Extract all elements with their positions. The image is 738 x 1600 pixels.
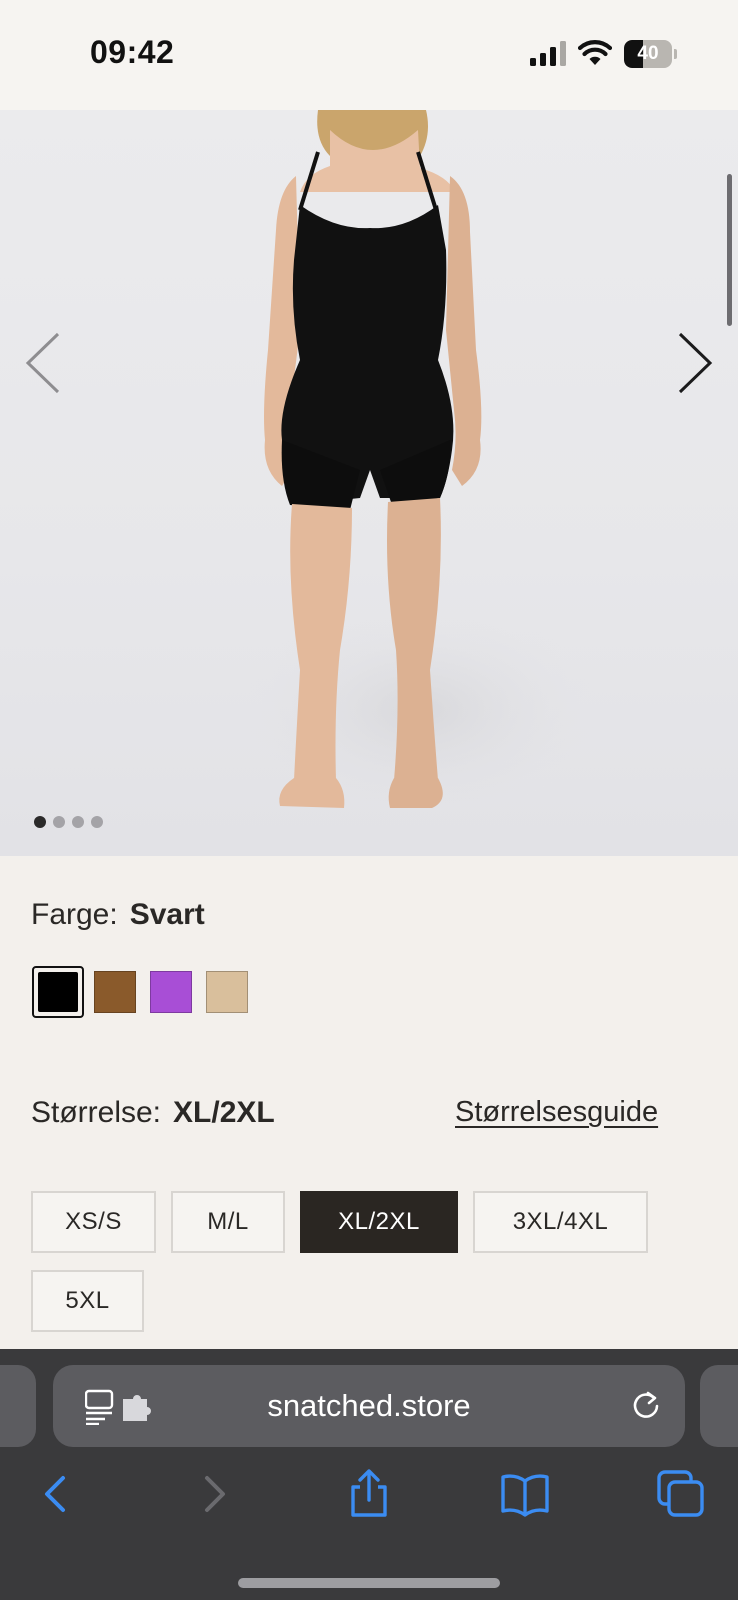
scroll-indicator[interactable] bbox=[727, 174, 732, 326]
cellular-signal-icon bbox=[530, 41, 566, 66]
gallery-dot-4[interactable] bbox=[91, 816, 103, 828]
size-option-xl-2xl[interactable]: XL/2XL bbox=[300, 1191, 458, 1253]
selected-color-value: Svart bbox=[129, 898, 205, 931]
selected-size-value: XL/2XL bbox=[173, 1096, 275, 1129]
status-bar: 09:42 40 bbox=[0, 0, 738, 110]
wifi-icon bbox=[578, 40, 612, 65]
home-indicator bbox=[238, 1578, 500, 1588]
size-option-3xl-4xl[interactable]: 3XL/4XL bbox=[473, 1191, 648, 1253]
bookmarks-button[interactable] bbox=[500, 1469, 550, 1519]
tabs-button[interactable] bbox=[656, 1469, 706, 1519]
product-photo bbox=[230, 110, 610, 820]
reload-icon[interactable] bbox=[629, 1389, 663, 1423]
battery-icon: 40 bbox=[624, 40, 677, 68]
size-option-xs-s[interactable]: XS/S bbox=[31, 1191, 156, 1253]
browser-toolbar: snatched.store bbox=[0, 1349, 738, 1600]
product-image-gallery[interactable] bbox=[0, 110, 738, 856]
color-swatch-beige[interactable] bbox=[206, 971, 248, 1013]
back-button[interactable] bbox=[30, 1469, 80, 1519]
size-option-5xl[interactable]: 5XL bbox=[31, 1270, 144, 1332]
color-swatch-purple[interactable] bbox=[150, 971, 192, 1013]
forward-button[interactable] bbox=[190, 1469, 240, 1519]
gallery-dot-1[interactable] bbox=[34, 816, 46, 828]
next-image-button[interactable] bbox=[670, 328, 720, 398]
color-label: Farge: bbox=[31, 898, 118, 931]
size-label: Størrelse: bbox=[31, 1096, 162, 1129]
previous-image-button[interactable] bbox=[18, 328, 68, 398]
gallery-dot-2[interactable] bbox=[53, 816, 65, 828]
previous-tab-preview[interactable] bbox=[0, 1365, 36, 1447]
size-option-m-l[interactable]: M/L bbox=[171, 1191, 285, 1253]
size-guide-link[interactable]: Størrelsesguide bbox=[455, 1096, 658, 1129]
color-swatch-black[interactable] bbox=[32, 966, 84, 1018]
share-button[interactable] bbox=[344, 1469, 394, 1519]
gallery-pagination bbox=[34, 816, 103, 828]
battery-level: 40 bbox=[637, 43, 659, 64]
color-label-row: Farge: Svart bbox=[31, 898, 205, 932]
color-swatches bbox=[32, 965, 262, 1019]
gallery-dot-3[interactable] bbox=[72, 816, 84, 828]
address-bar[interactable]: snatched.store bbox=[53, 1365, 685, 1447]
url-text: snatched.store bbox=[267, 1388, 471, 1423]
status-time: 09:42 bbox=[90, 34, 175, 70]
color-swatch-brown[interactable] bbox=[94, 971, 136, 1013]
next-tab-preview[interactable] bbox=[700, 1365, 738, 1447]
size-label-row: Størrelse: XL/2XL bbox=[31, 1096, 275, 1130]
